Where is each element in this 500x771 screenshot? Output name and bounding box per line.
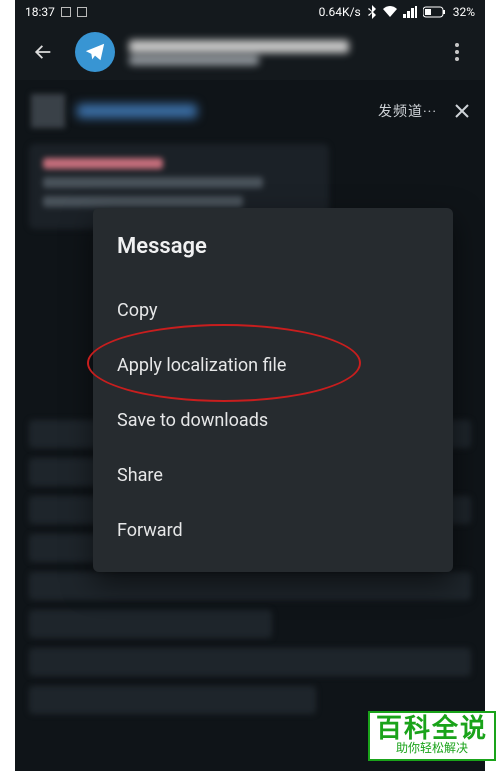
pinned-bar: 发频道··· [15, 88, 485, 138]
pinned-close-button[interactable] [453, 102, 471, 120]
app-bar [15, 24, 485, 80]
status-bar: 18:37 0.64K/s 32% [15, 0, 485, 24]
dialog-item-copy[interactable]: Copy [117, 283, 429, 338]
chat-title-block[interactable] [129, 40, 425, 65]
signal-icon [403, 6, 417, 18]
pinned-channel-label[interactable]: 发频道··· [378, 101, 437, 121]
wifi-icon [383, 6, 397, 18]
dialog-item-save-downloads[interactable]: Save to downloads [117, 393, 429, 448]
battery-icon [423, 6, 447, 18]
status-time: 18:37 [25, 5, 55, 19]
watermark-sub: 助你轻松解决 [396, 742, 468, 755]
pinned-message-text [77, 104, 197, 118]
close-icon [453, 102, 471, 120]
message-context-dialog: Message Copy Apply localization file Sav… [93, 208, 453, 572]
chat-avatar[interactable] [75, 32, 115, 72]
status-battery-mini-icon [77, 7, 87, 17]
watermark-badge: 百科全说 助你轻松解决 [368, 711, 496, 761]
telegram-plane-icon [84, 41, 106, 63]
back-button[interactable] [25, 34, 61, 70]
status-battery-pct: 32% [453, 5, 475, 19]
phone-screen: 18:37 0.64K/s 32% [15, 0, 485, 771]
watermark-main: 百科全说 [376, 715, 488, 742]
dialog-item-forward[interactable]: Forward [117, 503, 429, 558]
dialog-item-apply-localization[interactable]: Apply localization file [117, 338, 429, 393]
more-menu-button[interactable] [439, 34, 475, 70]
more-vertical-icon [455, 43, 459, 61]
dialog-item-share[interactable]: Share [117, 448, 429, 503]
bluetooth-icon [367, 5, 377, 19]
status-sim-icon [61, 7, 71, 17]
dialog-title: Message [117, 234, 429, 259]
pinned-thumbnail [31, 94, 65, 128]
status-netspeed: 0.64K/s [319, 5, 361, 19]
arrow-left-icon [32, 41, 54, 63]
